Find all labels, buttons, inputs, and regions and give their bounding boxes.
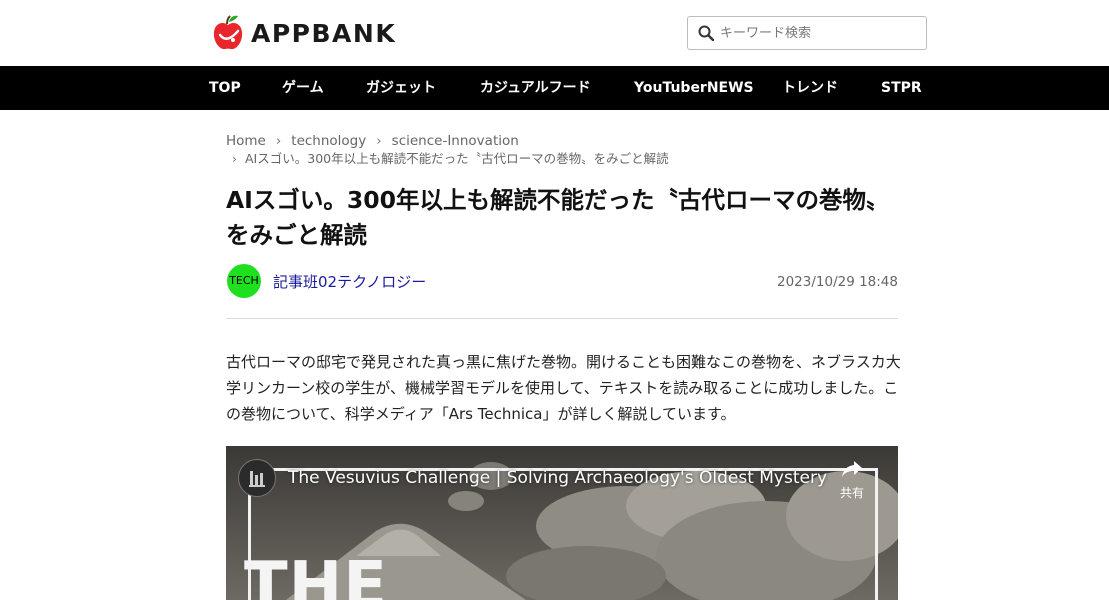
divider xyxy=(226,318,898,319)
search-box[interactable] xyxy=(687,16,927,50)
apple-logo-icon xyxy=(213,15,243,50)
share-label: 共有 xyxy=(839,486,864,500)
nav-item-game[interactable]: ゲーム xyxy=(282,66,324,110)
breadcrumb-separator: › xyxy=(376,133,382,149)
breadcrumb-home[interactable]: Home xyxy=(226,133,266,149)
thumbnail-decoration xyxy=(248,508,251,530)
channel-avatar-icon[interactable] xyxy=(238,459,276,497)
youtube-embed[interactable]: The Vesuvius Challenge | Solving Archaeo… xyxy=(226,446,898,600)
article-lead: 古代ローマの邸宅で発見された真っ黒に焦げた巻物。開けることも困難なこの巻物を、ネ… xyxy=(226,353,901,423)
main-nav: TOP ゲーム ガジェット カジュアルフード YouTuberNEWS トレンド… xyxy=(0,66,1109,110)
logo-text: APPBANK xyxy=(251,18,397,48)
publish-date: 2023/10/29 18:48 xyxy=(776,274,898,290)
nav-item-gadget[interactable]: ガジェット xyxy=(366,66,436,110)
nav-item-trend[interactable]: トレンド xyxy=(782,66,838,110)
article-title: AIスゴい。300年以上も解読不能だった〝古代ローマの巻物〟をみごと解読 xyxy=(226,186,890,249)
breadcrumb: Home › technology › science-Innovation › AIスゴ… xyxy=(226,132,906,168)
breadcrumb-current: AIスゴい。300年以上も解読不能だった〝古代ローマの巻物〟をみごと解読 xyxy=(245,151,669,166)
video-title[interactable]: The Vesuvius Challenge | Solving Archaeo… xyxy=(288,468,827,488)
breadcrumb-separator: › xyxy=(275,133,282,149)
breadcrumb-technology[interactable]: technology xyxy=(291,133,366,149)
breadcrumb-separator: › xyxy=(232,151,237,166)
search-icon xyxy=(698,25,714,41)
share-button[interactable]: 共有 xyxy=(832,460,872,501)
author-avatar[interactable]: TECH xyxy=(227,264,261,298)
site-logo[interactable]: APPBANK xyxy=(211,14,396,52)
search-input[interactable] xyxy=(720,25,910,41)
thumbnail-overlay-text: THE xyxy=(244,549,388,600)
site-header: APPBANK xyxy=(0,0,1109,66)
nav-item-top[interactable]: TOP xyxy=(209,66,241,110)
nav-item-casual-food[interactable]: カジュアルフード xyxy=(480,66,591,110)
nav-item-youtuber-news[interactable]: YouTuberNEWS xyxy=(634,66,754,110)
breadcrumb-science-innovation[interactable]: science-Innovation xyxy=(392,133,519,149)
author-link[interactable]: 記事班02テクノロジー xyxy=(273,271,426,292)
share-icon xyxy=(842,461,862,477)
nav-item-stpr[interactable]: STPR xyxy=(881,66,922,110)
